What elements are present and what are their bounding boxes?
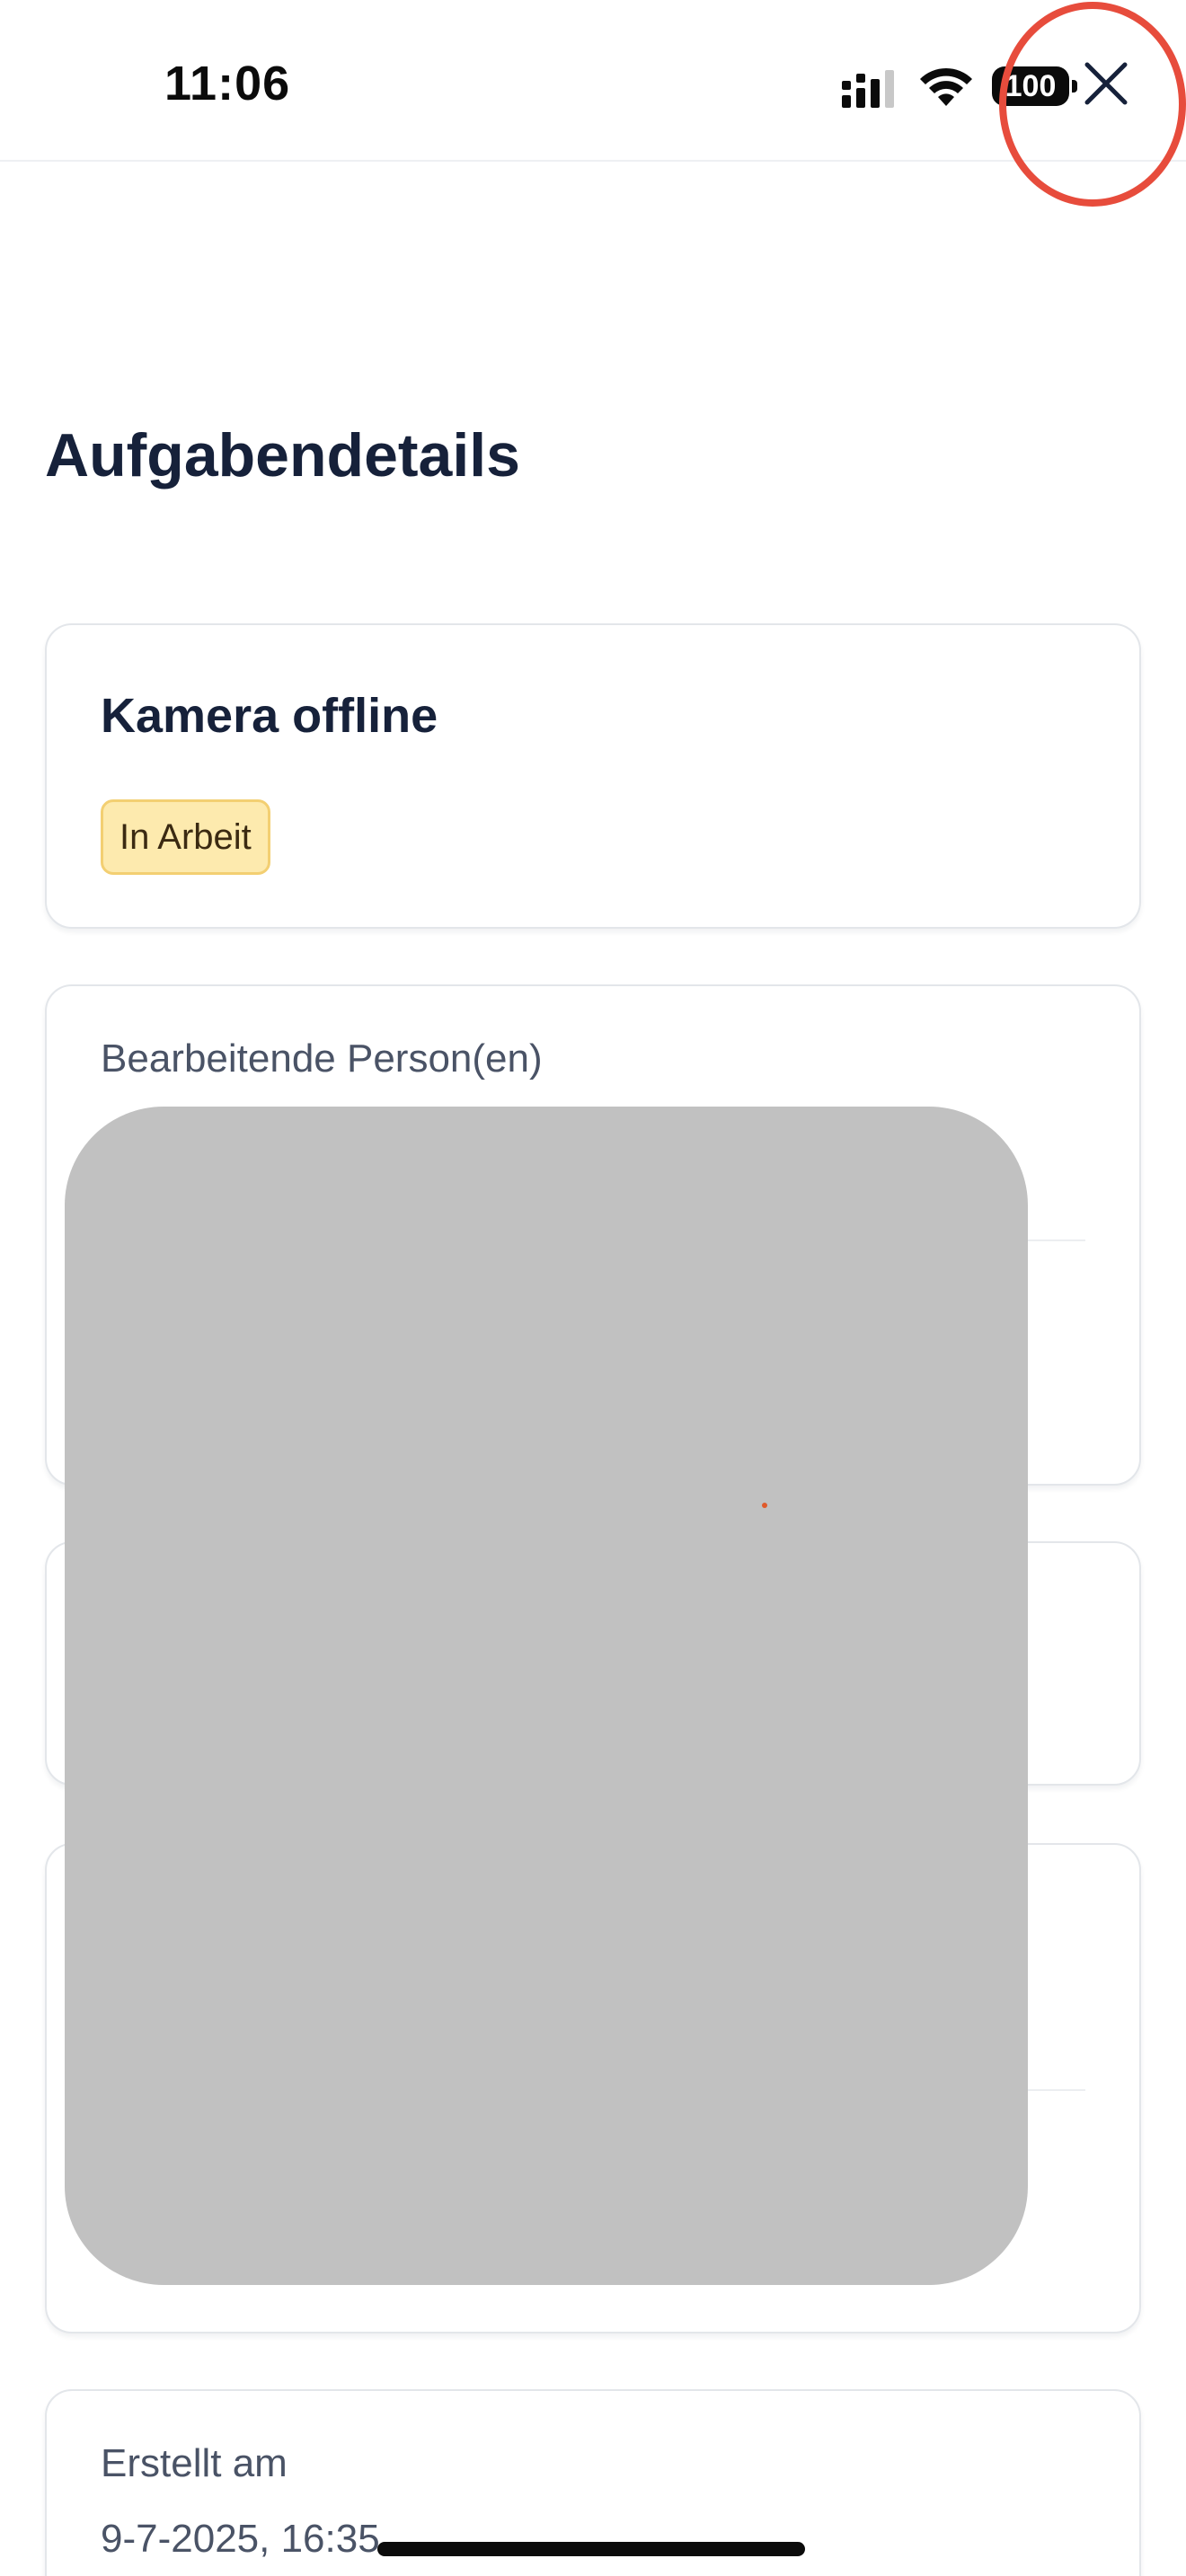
redaction-overlay	[65, 1107, 1028, 2285]
close-button[interactable]	[1078, 56, 1134, 111]
created-label: Erstellt am	[101, 2441, 288, 2485]
home-indicator[interactable]	[377, 2542, 805, 2556]
close-icon	[1084, 62, 1128, 105]
signal-icon	[842, 70, 894, 108]
assignees-label: Bearbeitende Person(en)	[101, 1037, 543, 1081]
status-bar: 11:06 100	[0, 0, 1186, 207]
wifi-icon	[920, 67, 972, 106]
created-value: 9-7-2025, 16:35	[101, 2517, 380, 2561]
marker-dot	[762, 1503, 767, 1508]
screen: 11:06 100 Aufgabendetails Kamera offline…	[0, 0, 1186, 2576]
status-badge: In Arbeit	[101, 799, 270, 875]
task-title: Kamera offline	[101, 689, 438, 743]
status-time: 11:06	[164, 57, 291, 110]
task-card: Kamera offline In Arbeit	[45, 623, 1141, 929]
page-title: Aufgabendetails	[45, 421, 520, 490]
